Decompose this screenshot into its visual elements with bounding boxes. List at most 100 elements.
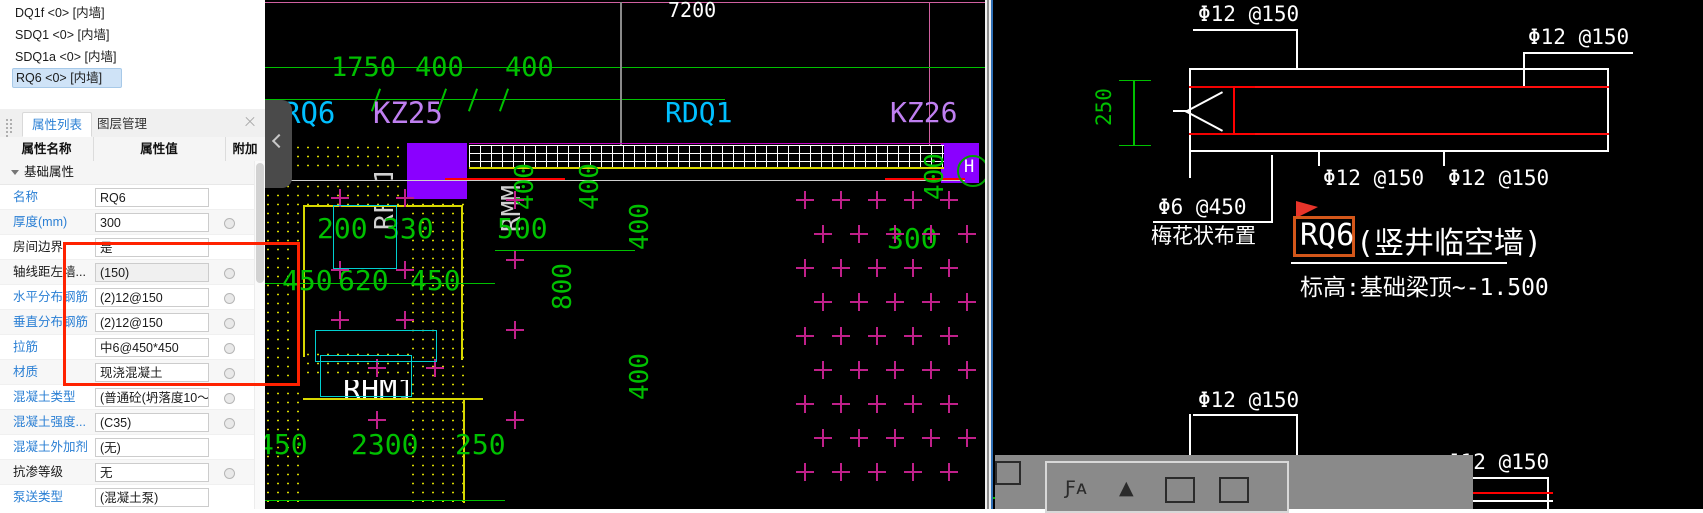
property-value-field[interactable]: 是 — [95, 238, 209, 257]
property-row[interactable]: 水平分布钢筋 (2)␫12@150 — [0, 285, 265, 310]
toolbar-group[interactable]: Ƒᴀ ▲ — [1045, 461, 1289, 513]
property-extra-toggle[interactable] — [224, 393, 235, 404]
rect-icon[interactable] — [1219, 477, 1249, 503]
rebar-cross-marker — [958, 429, 976, 447]
property-name: 水平分布钢筋 — [13, 285, 95, 309]
property-row[interactable]: 拉筋 中6@450*450 — [0, 335, 265, 360]
rebar-cross-marker — [904, 259, 922, 277]
property-value-field[interactable]: 无 — [95, 463, 209, 482]
rebar-cross-marker — [940, 327, 958, 345]
cad-detail-view[interactable]: Φ12 @150 Φ12 @150 250 Φ6 @450 梅花状布置 Φ12 — [993, 0, 1703, 509]
tab-layer-manager[interactable]: 图层管理 — [88, 112, 156, 137]
property-grid[interactable]: 基础属性 名称 RQ6 厚度(mm) 300 房间边界 是轴线距左墙... (150) 水平分… — [0, 161, 265, 509]
rebar-cross-marker — [886, 293, 904, 311]
rebar-cross-marker — [850, 225, 868, 243]
rebar-cross-marker — [814, 225, 832, 243]
property-value-field[interactable]: (C35) — [95, 413, 209, 432]
property-extra-toggle[interactable] — [224, 368, 235, 379]
dimension-label: 400 — [505, 52, 554, 83]
chevron-left-icon[interactable] — [272, 134, 286, 148]
slab-mesh — [469, 145, 944, 167]
bottom-toolbar[interactable]: Ƒᴀ ▲ — [995, 455, 1473, 509]
property-row[interactable]: 抗渗等级 无 — [0, 460, 265, 485]
property-row[interactable]: 名称 RQ6 — [0, 185, 265, 210]
property-extra-toggle[interactable] — [224, 318, 235, 329]
property-name: 材质 — [13, 360, 95, 384]
wall-outline — [1189, 68, 1191, 178]
rect-icon[interactable] — [1165, 477, 1195, 503]
property-row[interactable]: 垂直分布钢筋 (2)␫12@150 — [0, 310, 265, 335]
element-selection-list[interactable]: DQ1f <0> [内墙] SDQ1 <0> [内墙] SDQ1a <0> [内… — [0, 0, 265, 110]
dimension-tick — [1119, 145, 1151, 146]
property-name: 名称 — [13, 185, 95, 209]
property-value-field[interactable]: (2)␫12@150 — [95, 313, 209, 332]
property-group-header[interactable]: 基础属性 — [0, 161, 265, 185]
elevation-note: 标高:基础梁顶~-1.500 — [1300, 268, 1549, 302]
rebar-callout: Φ12 @150 — [1198, 2, 1299, 26]
property-extra-toggle[interactable] — [224, 218, 235, 229]
column-kz25[interactable] — [407, 143, 467, 199]
property-extra-toggle[interactable] — [224, 468, 235, 479]
rebar-cross-marker — [958, 293, 976, 311]
toolbar-left-icon[interactable] — [995, 461, 1021, 485]
property-name: 泵送类型 — [13, 485, 95, 509]
dimension-label-vertical: 400 — [625, 203, 655, 250]
property-name: 轴线距左墙... — [13, 260, 95, 284]
panel-collapse-button[interactable] — [265, 100, 292, 188]
rebar-callout: Φ12 @150 — [1323, 166, 1424, 190]
rebar-cross-marker — [922, 225, 940, 243]
list-item-selected[interactable]: RQ6 <0> [内墙] — [12, 68, 122, 88]
rebar-cross-marker — [796, 327, 814, 345]
rebar-cross-marker — [506, 321, 524, 339]
leader-line — [1193, 414, 1298, 416]
property-extra-toggle[interactable] — [224, 343, 235, 354]
property-value-field[interactable]: RQ6 — [95, 188, 209, 207]
rebar-cross-marker — [796, 395, 814, 413]
property-value-field[interactable]: (2)␫12@150 — [95, 288, 209, 307]
property-rows: 名称 RQ6 厚度(mm) 300 房间边界是轴线距左墙... (150) 水平分布钢筋 (2… — [0, 185, 265, 509]
rebar-cross-marker — [868, 395, 886, 413]
properties-scrollbar[interactable] — [254, 161, 265, 509]
property-name: 拉筋 — [13, 335, 95, 359]
dimension-label: 7200 — [668, 0, 716, 22]
app-root: DQ1f <0> [内墙] SDQ1 <0> [内墙] SDQ1a <0> [内… — [0, 0, 1703, 509]
close-icon[interactable] — [243, 115, 257, 129]
property-value-field[interactable]: 现浇混凝土 — [95, 363, 209, 382]
property-value-field[interactable]: 300 — [95, 213, 209, 232]
chevron-down-icon[interactable] — [11, 170, 19, 175]
list-item[interactable]: DQ1f <0> [内墙] — [0, 2, 265, 24]
cad-plan-view[interactable]: 1750 400 400 7200 RQ6 KZ25 RDQ1 KZ26 RFM… — [265, 0, 985, 509]
rebar-cross-marker — [814, 293, 832, 311]
property-row[interactable]: 混凝土强度... (C35) — [0, 410, 265, 435]
property-row[interactable]: 混凝土类型 (普通砼(坍落度10～... — [0, 385, 265, 410]
arrow-up-icon[interactable]: ▲ — [1119, 477, 1134, 499]
stirrup-line — [1233, 133, 1255, 135]
property-name: 厚度(mm) — [13, 210, 95, 234]
property-value-field[interactable]: (混凝土泵) — [95, 488, 209, 507]
tab-property-list[interactable]: 属性列表 — [22, 112, 92, 137]
dimension-tick — [468, 88, 478, 111]
property-value-field[interactable]: (150) — [95, 263, 209, 282]
property-value-field[interactable]: (普通砼(坍落度10～... — [95, 388, 209, 407]
property-row[interactable]: 厚度(mm) 300 — [0, 210, 265, 235]
property-extra-toggle[interactable] — [224, 418, 235, 429]
leader-line — [1443, 152, 1445, 166]
drag-grip-icon[interactable] — [5, 118, 14, 130]
property-row[interactable]: 轴线距左墙... (150) — [0, 260, 265, 285]
property-row[interactable]: 泵送类型 (混凝土泵) — [0, 485, 265, 509]
property-value-field[interactable]: 中6@450*450 — [95, 338, 209, 357]
rebar-cross-marker — [868, 463, 886, 481]
property-row[interactable]: 混凝土外加剂 (无) — [0, 435, 265, 460]
property-name: 房间边界 — [13, 235, 95, 259]
wall-tag-note: (竖井临空墙) — [1356, 218, 1542, 262]
property-row[interactable]: 材质 现浇混凝土 — [0, 360, 265, 385]
text-icon[interactable]: Ƒᴀ — [1065, 477, 1087, 499]
stirrup-line — [1233, 86, 1235, 135]
property-value-field[interactable]: (无) — [95, 438, 209, 457]
property-row[interactable]: 房间边界 是 — [0, 235, 265, 260]
property-extra-toggle[interactable] — [224, 268, 235, 279]
scrollbar-thumb[interactable] — [256, 163, 264, 283]
list-item[interactable]: SDQ1a <0> [内墙] — [0, 46, 265, 68]
list-item[interactable]: SDQ1 <0> [内墙] — [0, 24, 265, 46]
property-extra-toggle[interactable] — [224, 293, 235, 304]
